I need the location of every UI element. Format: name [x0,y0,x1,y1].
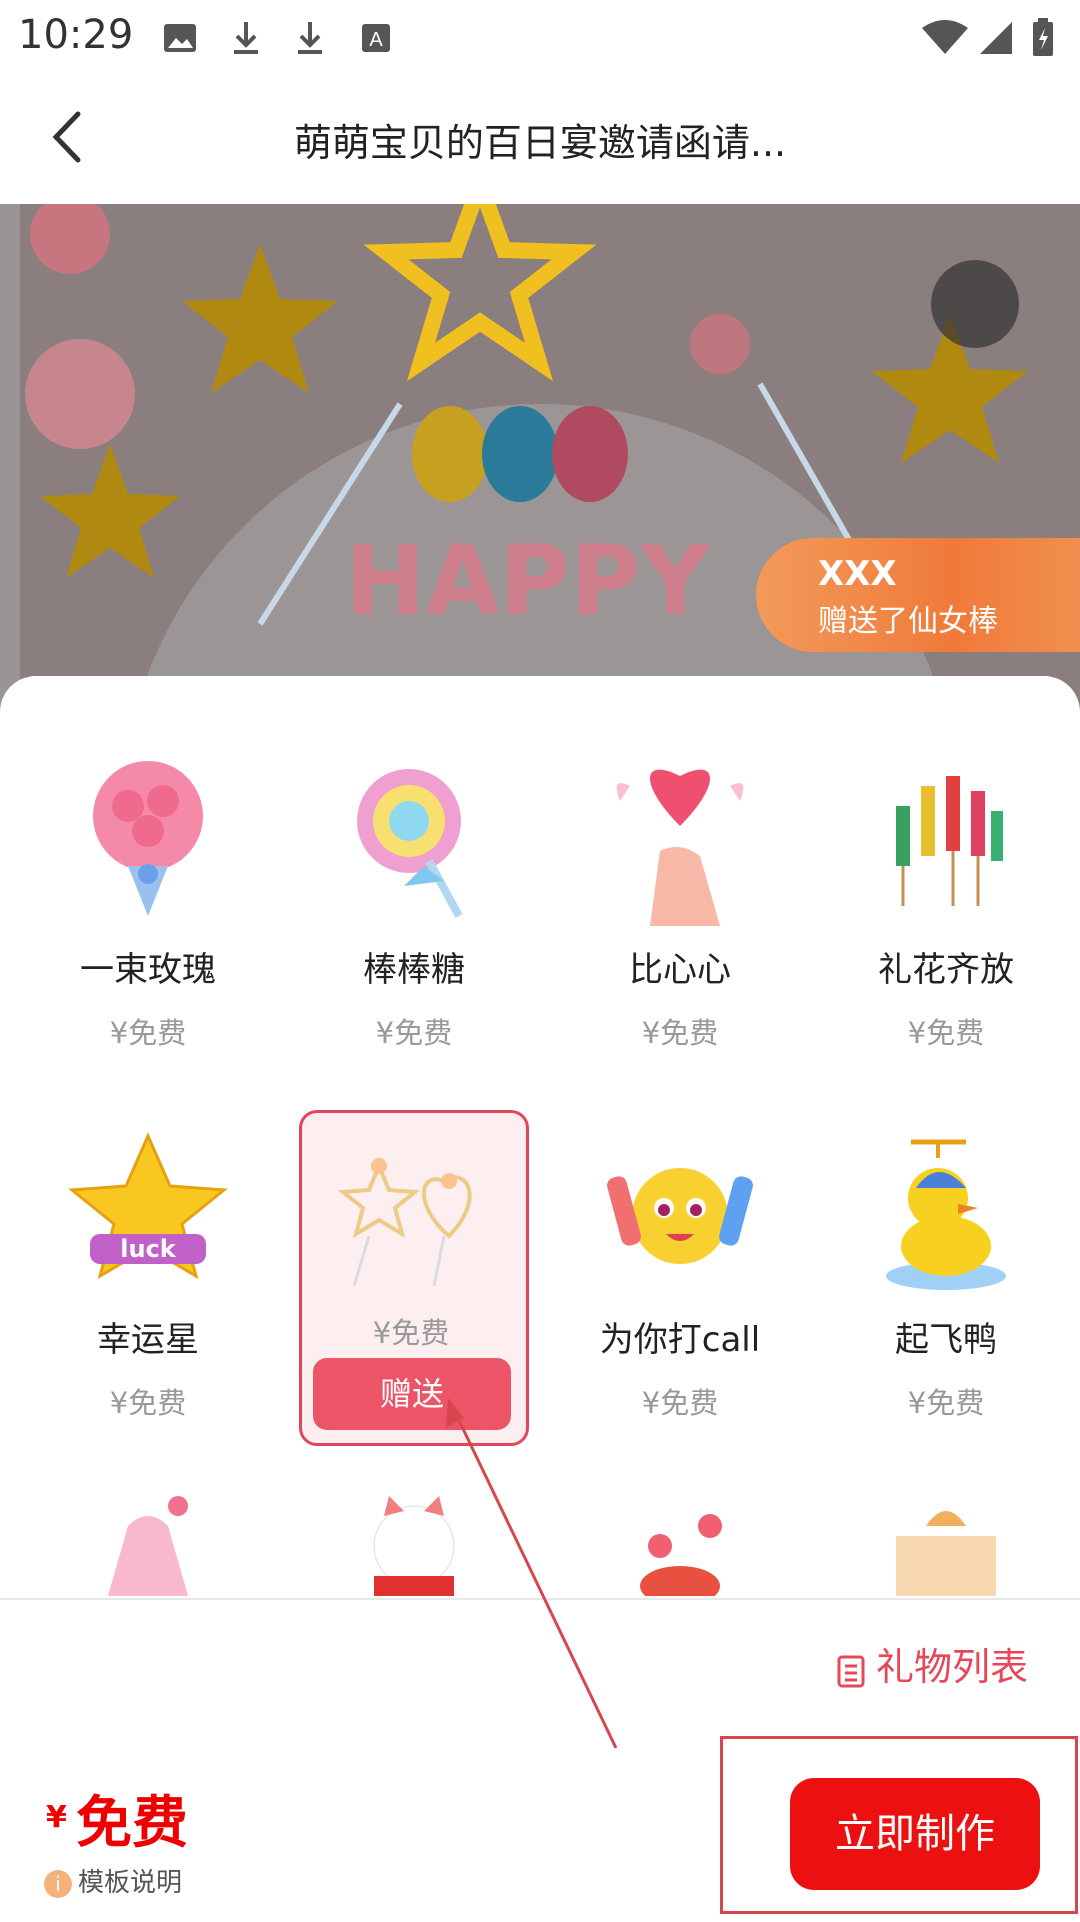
annotation-arrow [446,1398,618,1749]
